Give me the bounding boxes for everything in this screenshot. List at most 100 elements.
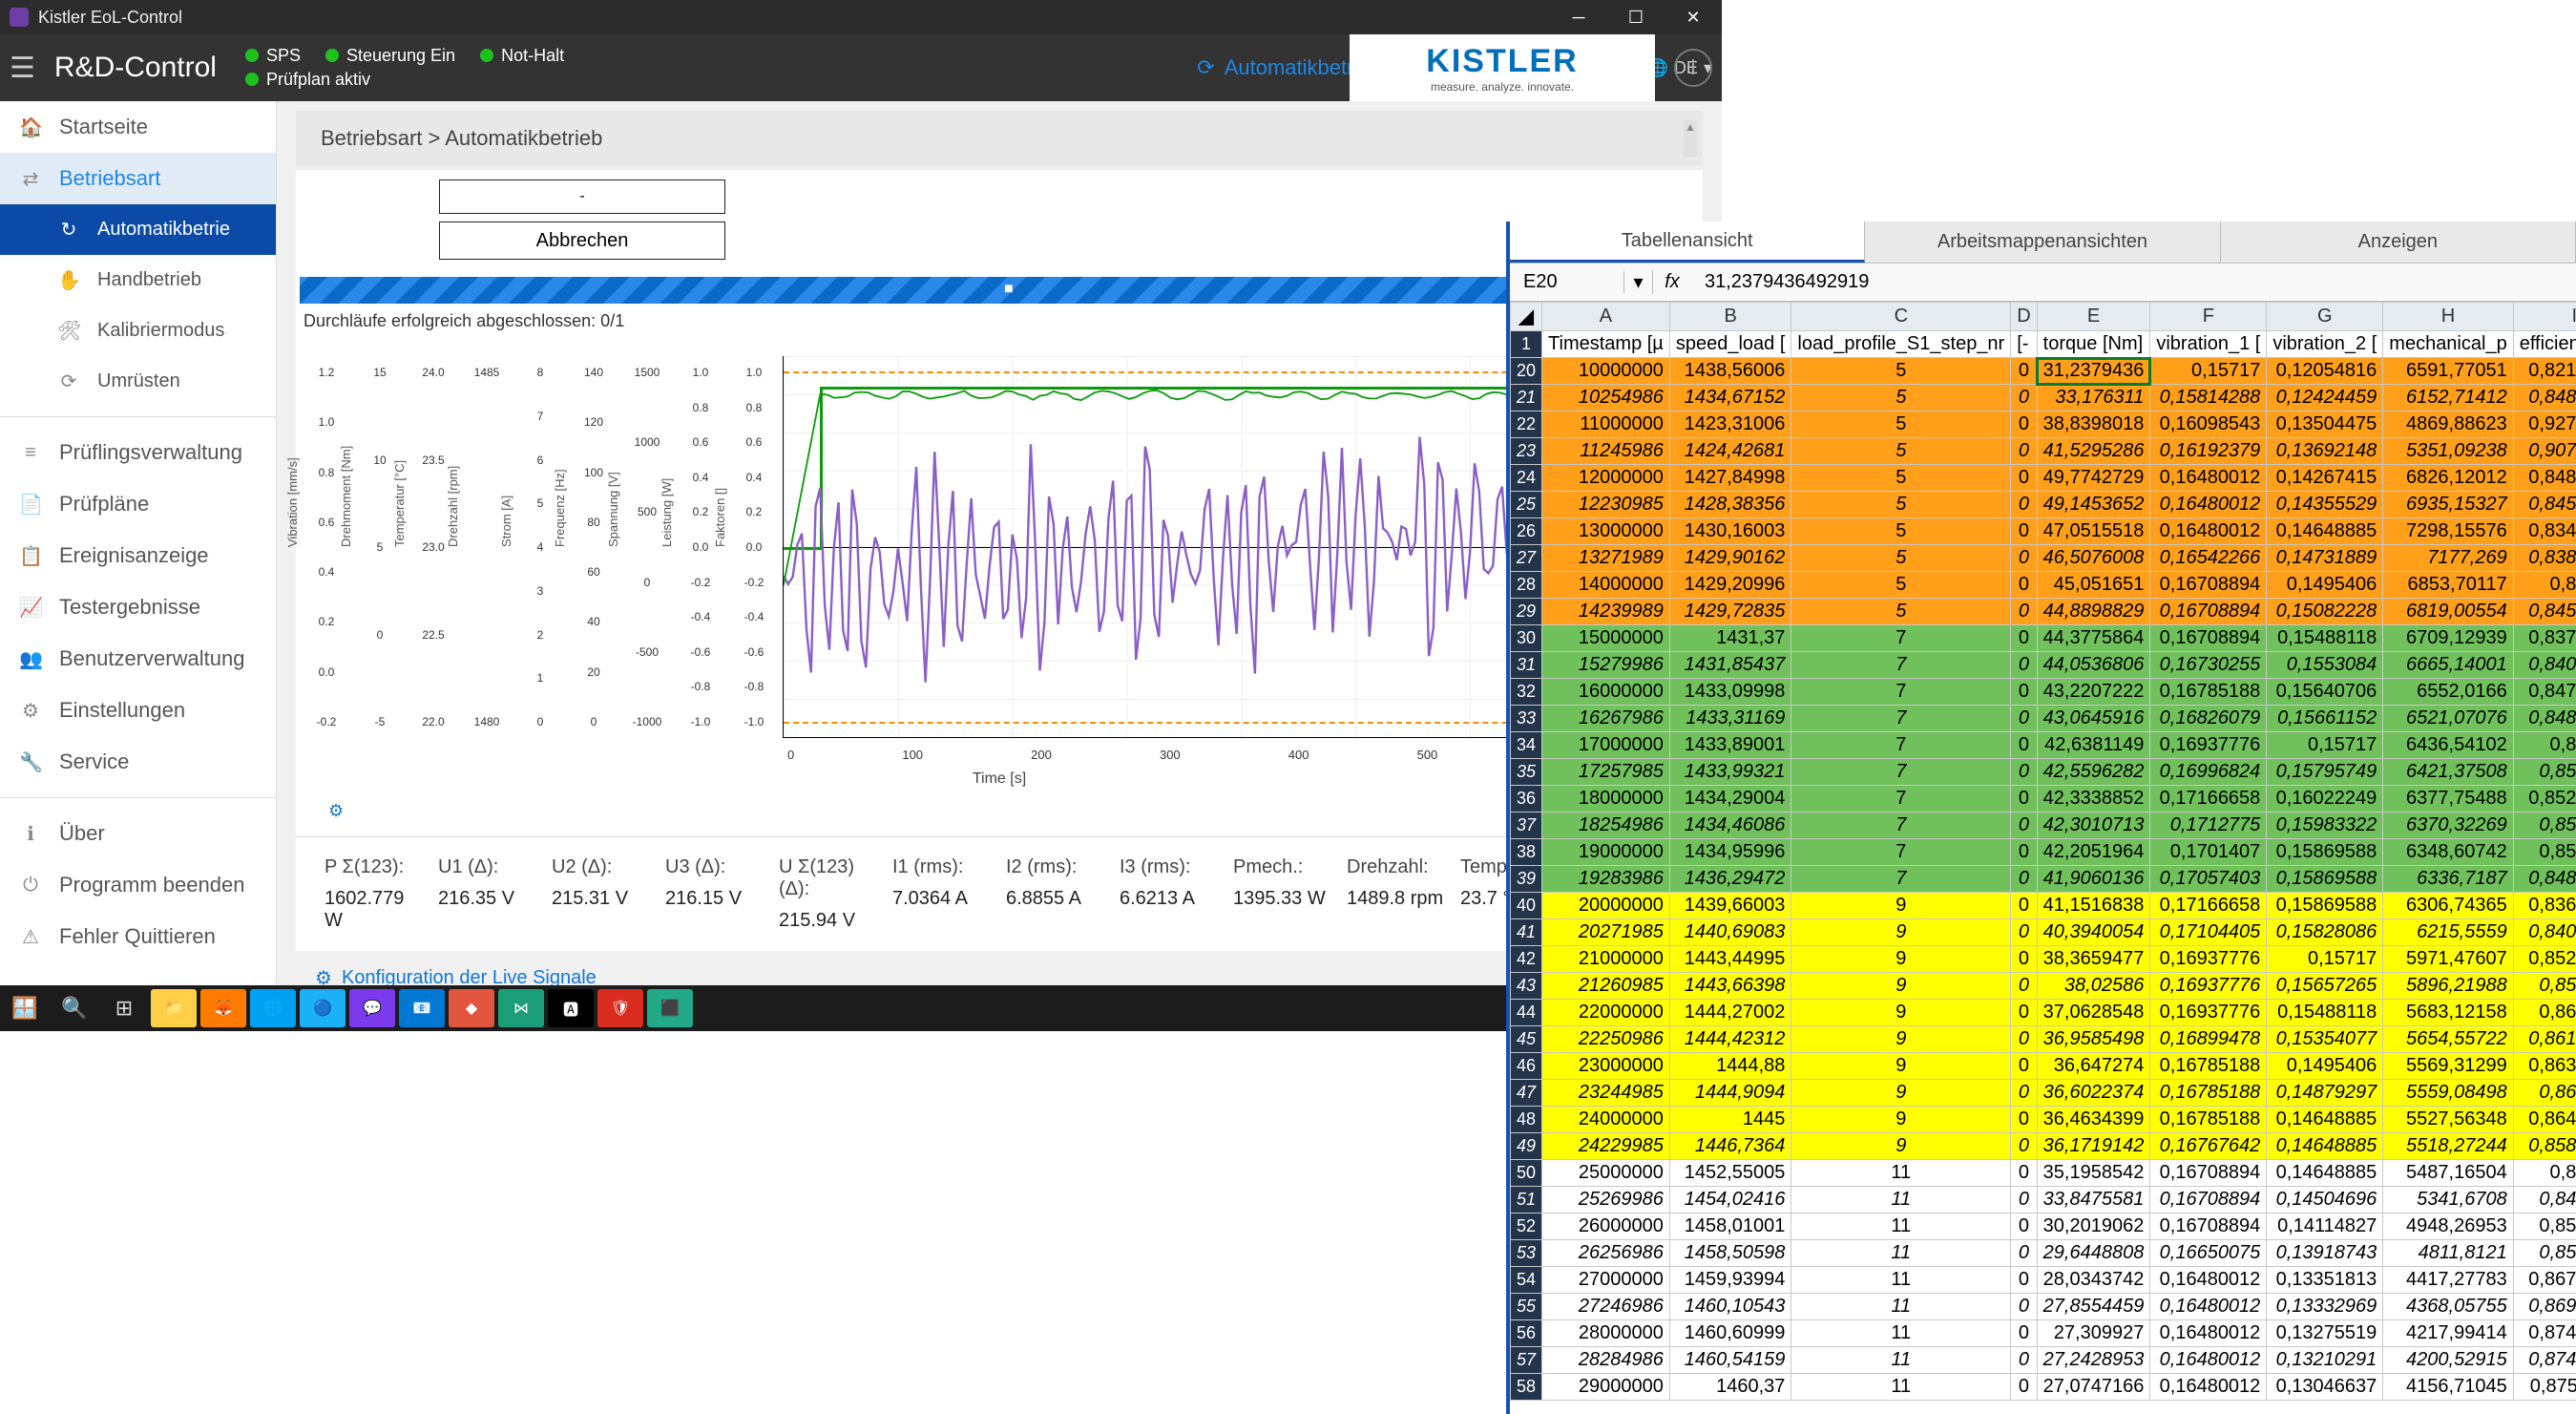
cell-35-A[interactable]: 17257985 — [1542, 759, 1670, 786]
cell-54-A[interactable]: 27000000 — [1542, 1267, 1670, 1294]
cell-37-B[interactable]: 1434,46086 — [1669, 813, 1791, 839]
col-header-B[interactable]: B — [1669, 303, 1791, 331]
cell-22-C[interactable]: 5 — [1791, 412, 2011, 438]
cell-31-D[interactable]: 0 — [2011, 652, 2037, 679]
cell-44-D[interactable]: 0 — [2011, 1000, 2037, 1026]
cell-27-D[interactable]: 0 — [2011, 545, 2037, 572]
taskbar-app-5[interactable]: 🌐 — [250, 989, 296, 1027]
field-header[interactable]: Timestamp [µ — [1542, 331, 1670, 358]
cell-38-G[interactable]: 0,15869588 — [2267, 839, 2383, 866]
cell-51-C[interactable]: 11 — [1791, 1187, 2011, 1214]
row-header-48[interactable]: 48 — [1511, 1107, 1542, 1133]
cell-37-H[interactable]: 6370,32269 — [2383, 813, 2513, 839]
cell-44-H[interactable]: 5683,12158 — [2383, 1000, 2513, 1026]
col-header-E[interactable]: E — [2037, 303, 2150, 331]
cell-47-D[interactable]: 0 — [2011, 1080, 2037, 1107]
cell-47-G[interactable]: 0,14879297 — [2267, 1080, 2383, 1107]
cell-35-G[interactable]: 0,15795749 — [2267, 759, 2383, 786]
cell-39-E[interactable]: 41,9060136 — [2037, 866, 2150, 893]
cell-57-E[interactable]: 27,2428953 — [2037, 1347, 2150, 1374]
cell-57-A[interactable]: 28284986 — [1542, 1347, 1670, 1374]
cell-47-F[interactable]: 0,16785188 — [2150, 1080, 2267, 1107]
row-header-25[interactable]: 25 — [1511, 492, 1542, 518]
cell-30-A[interactable]: 15000000 — [1542, 625, 1670, 652]
cell-55-I[interactable]: 0,86953459 — [2513, 1294, 2576, 1320]
cell-21-C[interactable]: 5 — [1791, 385, 2011, 412]
cell-30-B[interactable]: 1431,37 — [1669, 625, 1791, 652]
cell-55-H[interactable]: 4368,05755 — [2383, 1294, 2513, 1320]
cell-37-A[interactable]: 18254986 — [1542, 813, 1670, 839]
cell-23-C[interactable]: 5 — [1791, 438, 2011, 465]
cell-50-H[interactable]: 5487,16504 — [2383, 1160, 2513, 1187]
cell-29-G[interactable]: 0,15082228 — [2267, 599, 2383, 625]
cell-56-E[interactable]: 27,309927 — [2037, 1320, 2150, 1347]
cell-43-H[interactable]: 5896,21988 — [2383, 973, 2513, 1000]
name-box[interactable]: E20 — [1510, 271, 1624, 293]
cell-34-G[interactable]: 0,15717 — [2267, 732, 2383, 759]
cell-44-B[interactable]: 1444,27002 — [1669, 1000, 1791, 1026]
taskbar-app-9[interactable]: ◆ — [449, 989, 494, 1027]
cell-48-B[interactable]: 1445 — [1669, 1107, 1791, 1133]
sidebar-item-kalibriermodus[interactable]: 🛠Kalibriermodus — [0, 306, 276, 356]
cell-35-E[interactable]: 42,5596282 — [2037, 759, 2150, 786]
cell-32-D[interactable]: 0 — [2011, 679, 2037, 706]
cell-33-F[interactable]: 0,16826079 — [2150, 706, 2267, 732]
cell-28-I[interactable]: 0,847776 — [2513, 572, 2576, 599]
sheet-grid[interactable]: ◢ABCDEFGHI1Timestamp [µspeed_load [load_… — [1510, 302, 2576, 1401]
cell-57-F[interactable]: 0,16480012 — [2150, 1347, 2267, 1374]
cell-53-B[interactable]: 1458,50598 — [1669, 1240, 1791, 1267]
cell-48-D[interactable]: 0 — [2011, 1107, 2037, 1133]
row-header-44[interactable]: 44 — [1511, 1000, 1542, 1026]
cell-45-C[interactable]: 9 — [1791, 1026, 2011, 1053]
cell-45-D[interactable]: 0 — [2011, 1026, 2037, 1053]
cell-34-A[interactable]: 17000000 — [1542, 732, 1670, 759]
cell-52-F[interactable]: 0,16708894 — [2150, 1214, 2267, 1240]
cell-45-B[interactable]: 1444,42312 — [1669, 1026, 1791, 1053]
cell-25-C[interactable]: 5 — [1791, 492, 2011, 518]
field-header[interactable]: [- — [2011, 331, 2037, 358]
sidebar-item-programm-beenden[interactable]: ⏻Programm beenden — [0, 859, 276, 911]
cell-29-B[interactable]: 1429,72835 — [1669, 599, 1791, 625]
cell-23-F[interactable]: 0,16192379 — [2150, 438, 2267, 465]
cell-46-C[interactable]: 9 — [1791, 1053, 2011, 1080]
cell-29-F[interactable]: 0,16708894 — [2150, 599, 2267, 625]
sidebar-item-benutzerverwaltung[interactable]: 👥Benutzerverwaltung — [0, 633, 276, 685]
cell-30-I[interactable]: 0,83776033 — [2513, 625, 2576, 652]
cell-33-C[interactable]: 7 — [1791, 706, 2011, 732]
cell-43-A[interactable]: 21260985 — [1542, 973, 1670, 1000]
cell-28-D[interactable]: 0 — [2011, 572, 2037, 599]
cell-45-A[interactable]: 22250986 — [1542, 1026, 1670, 1053]
cell-27-B[interactable]: 1429,90162 — [1669, 545, 1791, 572]
cell-35-B[interactable]: 1433,99321 — [1669, 759, 1791, 786]
row-header-55[interactable]: 55 — [1511, 1294, 1542, 1320]
cell-53-D[interactable]: 0 — [2011, 1240, 2037, 1267]
menu-icon[interactable]: ☰ — [10, 52, 35, 85]
cell-36-E[interactable]: 42,3338852 — [2037, 786, 2150, 813]
cell-21-H[interactable]: 6152,71412 — [2383, 385, 2513, 412]
cell-37-I[interactable]: 0,8529136 — [2513, 813, 2576, 839]
col-header-H[interactable]: H — [2383, 303, 2513, 331]
cell-52-G[interactable]: 0,14114827 — [2267, 1214, 2383, 1240]
taskbar-app-13[interactable]: ⬛ — [647, 989, 693, 1027]
row-header-53[interactable]: 53 — [1511, 1240, 1542, 1267]
cell-47-C[interactable]: 9 — [1791, 1080, 2011, 1107]
cell-49-D[interactable]: 0 — [2011, 1133, 2037, 1160]
cell-44-G[interactable]: 0,15488118 — [2267, 1000, 2383, 1026]
window-minimize[interactable]: ─ — [1550, 0, 1607, 34]
cell-34-H[interactable]: 6436,54102 — [2383, 732, 2513, 759]
cell-53-G[interactable]: 0,13918743 — [2267, 1240, 2383, 1267]
cell-46-D[interactable]: 0 — [2011, 1053, 2037, 1080]
cell-38-D[interactable]: 0 — [2011, 839, 2037, 866]
cell-28-G[interactable]: 0,1495406 — [2267, 572, 2383, 599]
cell-42-B[interactable]: 1443,44995 — [1669, 946, 1791, 973]
cell-54-D[interactable]: 0 — [2011, 1267, 2037, 1294]
field-header[interactable]: vibration_1 [ — [2150, 331, 2267, 358]
taskbar-app-12[interactable]: 🛡 — [597, 989, 643, 1027]
cell-31-H[interactable]: 6665,14001 — [2383, 652, 2513, 679]
taskbar-app-8[interactable]: 📧 — [399, 989, 445, 1027]
cell-50-I[interactable]: 0,840442 — [2513, 1160, 2576, 1187]
cell-50-A[interactable]: 25000000 — [1542, 1160, 1670, 1187]
taskbar-app-3[interactable]: 📁 — [151, 989, 197, 1027]
cell-21-F[interactable]: 0,15814288 — [2150, 385, 2267, 412]
cell-52-D[interactable]: 0 — [2011, 1214, 2037, 1240]
